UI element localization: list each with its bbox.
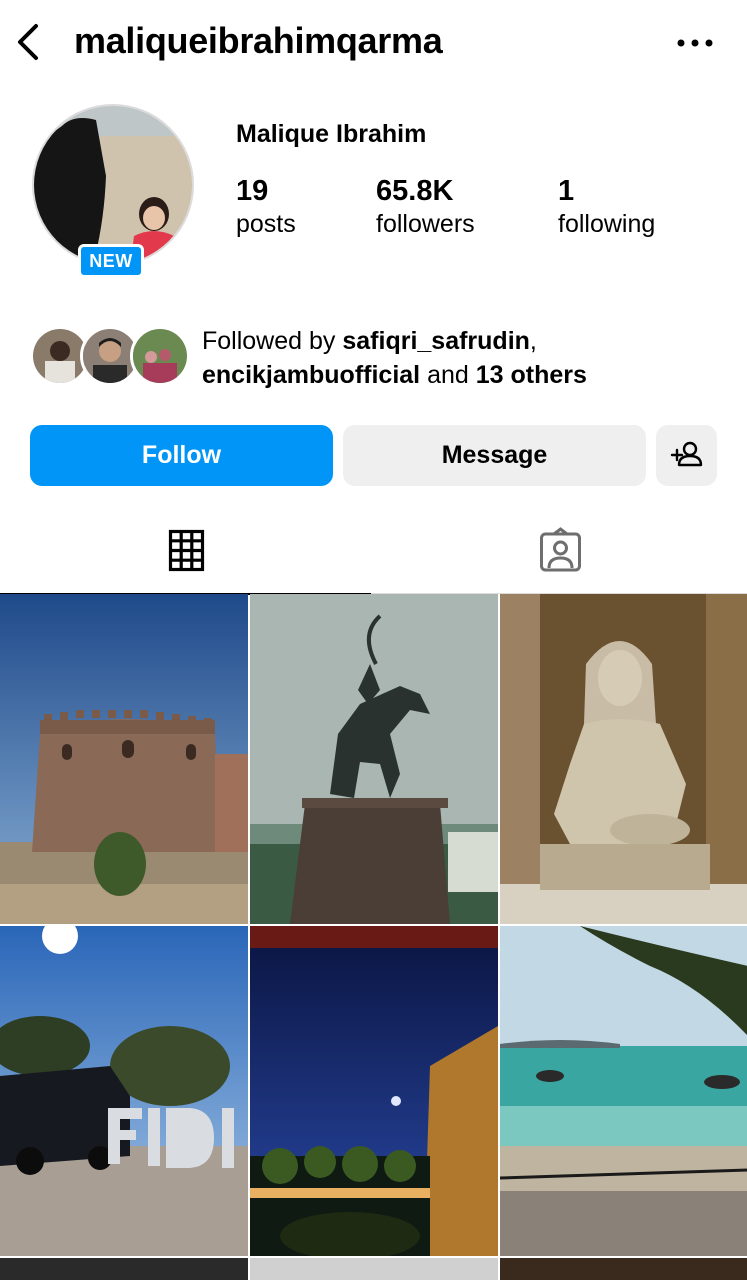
following-count: 1 xyxy=(558,175,575,207)
post-thumbnail[interactable] xyxy=(0,1258,248,1280)
avatar-photo xyxy=(34,106,192,264)
add-user-icon xyxy=(670,441,703,467)
post-thumbnail[interactable] xyxy=(500,594,747,924)
post-thumbnail[interactable] xyxy=(250,1258,498,1280)
post-thumbnail[interactable] xyxy=(250,926,498,1256)
page-title: maliqueibrahimqarma xyxy=(74,20,443,61)
message-button[interactable]: Message xyxy=(343,425,646,486)
others-count: 13 others xyxy=(475,361,587,389)
mutual-username: encikjambuofficial xyxy=(202,361,421,389)
conjunction: and xyxy=(420,361,476,389)
display-name: Malique Ibrahim xyxy=(236,120,427,148)
followers-count: 65.8K xyxy=(376,175,454,207)
posts-label: posts xyxy=(236,210,296,238)
mutual-username: safiqri_safrudin xyxy=(342,327,530,355)
grid-icon xyxy=(168,529,205,572)
profile-header: maliqueibrahimqarma xyxy=(0,0,747,88)
profile-avatar[interactable] xyxy=(32,104,194,266)
profile-tabs xyxy=(0,508,747,595)
followed-by-prefix: Followed by xyxy=(202,327,343,355)
followers-stat[interactable]: 65.8K followers xyxy=(376,174,475,240)
mutual-followers-avatars[interactable] xyxy=(30,326,190,388)
post-thumbnail[interactable] xyxy=(500,1258,747,1280)
suggested-users-button[interactable] xyxy=(656,425,717,486)
following-label: following xyxy=(558,210,656,238)
back-button[interactable] xyxy=(14,22,44,62)
new-badge: NEW xyxy=(78,244,144,278)
post-thumbnail[interactable] xyxy=(0,594,248,924)
tab-tagged[interactable] xyxy=(374,508,747,594)
followed-by-text[interactable]: Followed by safiqri_safrudin, encikjambu… xyxy=(202,324,722,392)
tab-posts-grid[interactable] xyxy=(0,508,373,595)
post-thumbnail[interactable] xyxy=(250,594,498,924)
followers-label: followers xyxy=(376,210,475,238)
post-thumbnail[interactable] xyxy=(500,926,747,1256)
mutual-avatar xyxy=(130,326,190,386)
follow-button[interactable]: Follow xyxy=(30,425,333,486)
more-horizontal-icon xyxy=(677,39,713,47)
posts-count: 19 xyxy=(236,175,269,207)
following-stat[interactable]: 1 following xyxy=(558,174,655,240)
post-thumbnail[interactable] xyxy=(0,926,248,1256)
tagged-icon xyxy=(540,527,581,572)
posts-stat[interactable]: 19 posts xyxy=(236,174,296,240)
separator: , xyxy=(529,327,537,355)
more-options-button[interactable] xyxy=(673,26,717,60)
chevron-left-icon xyxy=(18,24,38,60)
